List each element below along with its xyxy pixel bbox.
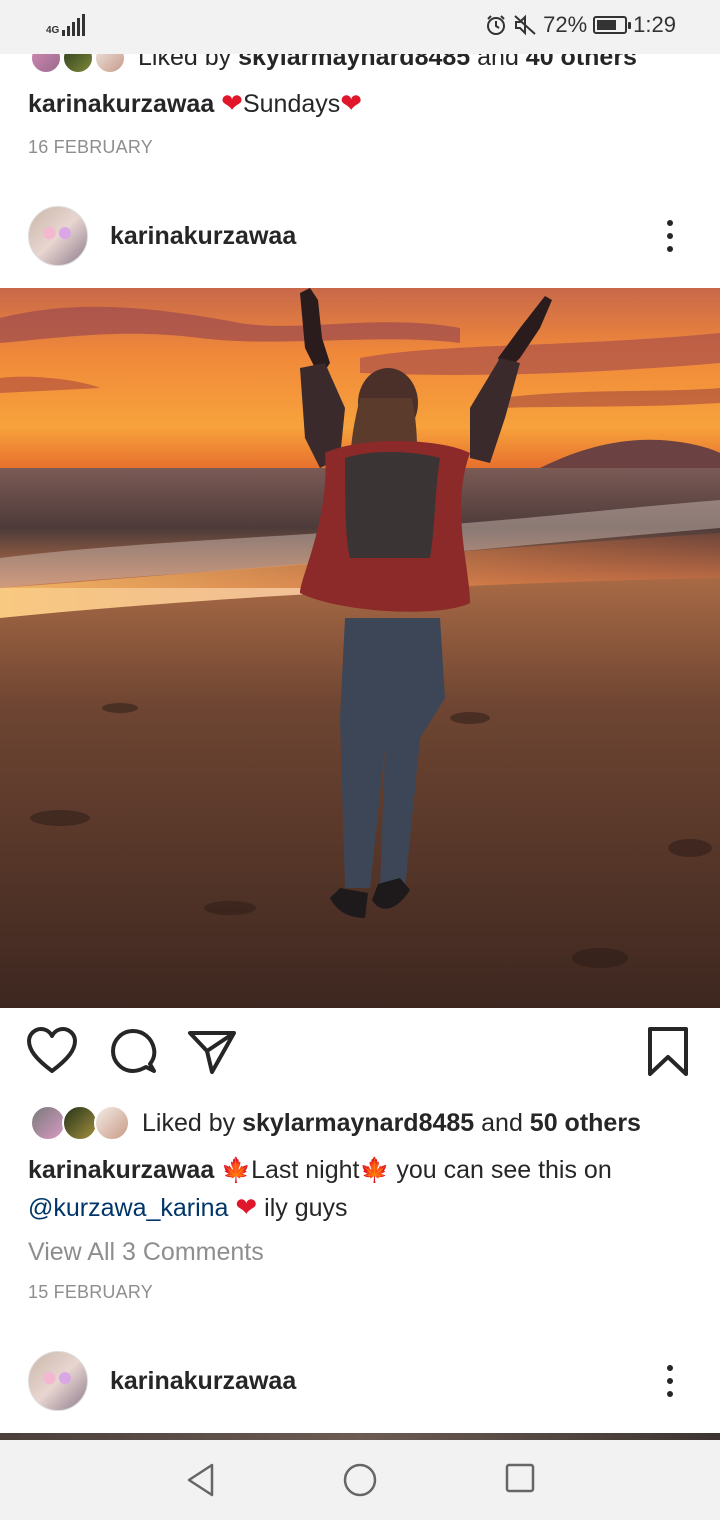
recents-nav-icon[interactable]: [504, 1462, 536, 1494]
heart-emoji-icon: ❤: [340, 88, 363, 118]
alarm-icon: [487, 15, 506, 35]
heart-emoji-icon: ❤: [221, 88, 243, 118]
avatar: [62, 1105, 98, 1141]
caption-username[interactable]: karinakurzawaa: [28, 90, 214, 118]
save-bookmark-icon[interactable]: [646, 1026, 690, 1078]
caption-text-part3: ily guys: [257, 1194, 348, 1222]
likes-count-link[interactable]: 50 others: [530, 1109, 641, 1137]
signal-icon: [62, 14, 85, 36]
avatar: [94, 1105, 130, 1141]
caption-mention-link[interactable]: @kurzawa_karina: [28, 1194, 228, 1222]
likes-prefix: Liked by: [142, 1108, 243, 1137]
caption-text: Sundays: [242, 90, 341, 118]
sunset-beach-photo: [0, 288, 720, 1008]
post-username[interactable]: karinakurzawaa: [110, 1367, 296, 1396]
like-heart-icon[interactable]: [26, 1026, 78, 1076]
back-nav-icon[interactable]: [184, 1462, 218, 1498]
heart-emoji-icon: ❤: [235, 1192, 258, 1222]
post-header: karinakurzawaa: [0, 201, 720, 271]
post-likes[interactable]: Liked by skylarmaynard8485 and 50 others: [30, 1105, 720, 1141]
mute-icon: [514, 14, 536, 36]
next-post-header: karinakurzawaa: [0, 1346, 720, 1416]
post-username[interactable]: karinakurzawaa: [110, 222, 296, 251]
home-nav-icon[interactable]: [342, 1462, 378, 1498]
caption-username[interactable]: karinakurzawaa: [28, 1156, 214, 1184]
post-date: 15 FEBRUARY: [28, 1282, 153, 1302]
profile-avatar[interactable]: [28, 1351, 88, 1411]
status-right: 72% 1:29: [485, 12, 676, 38]
share-send-icon[interactable]: [186, 1026, 238, 1076]
system-nav-bar: [0, 1440, 720, 1520]
caption-text-part1: Last night: [251, 1156, 360, 1184]
clock: 1:29: [633, 12, 676, 37]
network-type: 4G: [46, 25, 60, 36]
prev-post-caption: karinakurzawaa ❤Sundays❤: [28, 85, 362, 123]
battery-level: [597, 20, 616, 30]
next-post-photo[interactable]: [0, 1433, 720, 1440]
likes-user-link[interactable]: skylarmaynard8485: [242, 1109, 474, 1137]
battery-icon: [593, 16, 632, 34]
likes-text: Liked by skylarmaynard8485 and 50 others: [142, 1109, 641, 1138]
view-comments-link[interactable]: View All 3 Comments: [28, 1234, 264, 1271]
maple-leaf-emoji-icon: 🍁: [221, 1157, 252, 1184]
maple-leaf-emoji-icon: 🍁: [359, 1157, 390, 1184]
network-status: 4G: [46, 14, 85, 36]
post-photo[interactable]: [0, 288, 720, 1008]
status-bar: 4G 72% 1:29: [0, 0, 720, 54]
prev-post-date: 16 FEBRUARY: [28, 137, 153, 157]
caption-text-part2: you can see this on: [389, 1156, 612, 1184]
liker-avatars: [30, 1105, 130, 1141]
more-options-icon[interactable]: [658, 216, 682, 256]
battery-percent: 72%: [543, 12, 588, 37]
more-options-icon[interactable]: [658, 1361, 682, 1401]
likes-mid: and: [474, 1108, 530, 1137]
profile-avatar[interactable]: [28, 206, 88, 266]
post-actions: [0, 1026, 720, 1082]
avatar: [30, 1105, 66, 1141]
post-caption: karinakurzawaa 🍁Last night🍁 you can see …: [28, 1152, 692, 1227]
comment-icon[interactable]: [108, 1026, 158, 1076]
